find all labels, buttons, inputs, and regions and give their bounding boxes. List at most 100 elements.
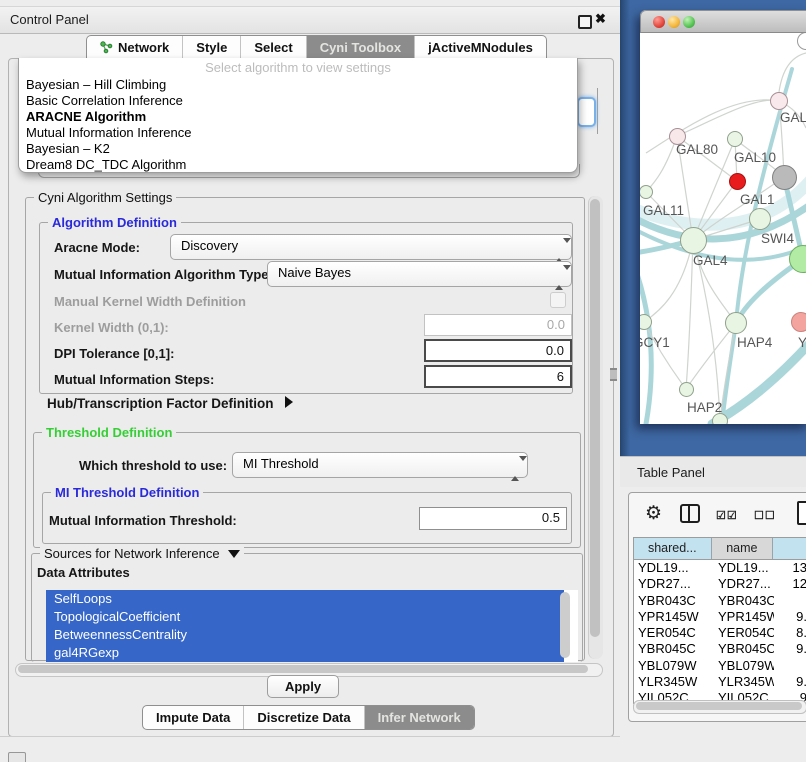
table-hscrollbar-thumb[interactable] <box>636 702 802 710</box>
close-icon[interactable]: ✖ <box>595 11 606 27</box>
select-all-columns-icon[interactable]: ☑☑ <box>716 509 738 522</box>
table-row[interactable]: YER054CYER054C8. <box>634 625 806 641</box>
which-threshold-combo[interactable]: MI Threshold <box>232 452 528 478</box>
mode-tab-discretize-data[interactable]: Discretize Data <box>243 706 363 729</box>
apply-button[interactable]: Apply <box>267 675 339 698</box>
network-icon <box>100 41 113 54</box>
tab-jactivemnodules[interactable]: jActiveMNodules <box>414 36 546 59</box>
table-body: YDL19...YDL19...13YDR27...YDR27...12YBR0… <box>634 560 806 704</box>
tab-label: Style <box>196 36 227 59</box>
table-row[interactable]: YLR345WYLR345W9. <box>634 674 806 690</box>
combo-stepper-icon <box>555 267 564 289</box>
mi-steps-label: Mutual Information Steps: <box>54 372 214 387</box>
tab-label: jActiveMNodules <box>428 36 533 59</box>
column-header-2[interactable]: name <box>712 538 774 559</box>
network-window-titlebar[interactable] <box>640 10 806 33</box>
network-node[interactable] <box>727 131 743 147</box>
table-cell: YDL19... <box>712 560 774 576</box>
tab-style[interactable]: Style <box>182 36 240 59</box>
table-row[interactable]: YBL079WYBL079W <box>634 658 806 674</box>
float-window-icon[interactable] <box>578 15 592 29</box>
table-row[interactable]: YBR045CYBR045C9. <box>634 641 806 657</box>
node-label: SWI4 <box>761 231 794 246</box>
cyni-settings-title: Cyni Algorithm Settings <box>34 190 176 205</box>
table-cell: YDL19... <box>634 560 712 576</box>
network-node[interactable] <box>791 312 806 332</box>
minimize-traffic-light-icon[interactable] <box>668 16 680 28</box>
control-panel-title: Control Panel <box>10 12 89 27</box>
export-table-icon[interactable] <box>797 501 806 525</box>
tab-select[interactable]: Select <box>240 36 305 59</box>
table-row[interactable]: YDR27...YDR27...12 <box>634 576 806 592</box>
network-view-window: GALGAL80GAL10GAL1GAL11GAL4SWI4GCY1HAP4YH… <box>640 10 806 424</box>
table-toolbar: ⚙ ☑☑ ☐☐ <box>628 497 806 533</box>
node-label: GAL10 <box>734 150 776 165</box>
network-node[interactable] <box>772 165 797 190</box>
attribute-item[interactable]: SelfLoops <box>46 590 564 608</box>
kernel-width-label: Kernel Width (0,1): <box>54 320 169 335</box>
zoom-traffic-light-icon[interactable] <box>683 16 695 28</box>
attribute-item[interactable]: BetweennessCentrality <box>46 626 564 644</box>
table-row[interactable]: YDL19...YDL19...13 <box>634 560 806 576</box>
manual-kernel-checkbox <box>550 292 566 308</box>
table-cell: YBR043C <box>712 593 774 609</box>
mi-type-combo[interactable]: Naive Bayes <box>267 261 572 287</box>
network-node[interactable] <box>749 208 771 230</box>
network-node[interactable] <box>770 92 788 110</box>
tab-cyni-toolbox[interactable]: Cyni Toolbox <box>306 36 414 59</box>
algorithm-option[interactable]: Dream8 DC_TDC Algorithm <box>19 157 577 173</box>
dpi-tolerance-input[interactable]: 0.0 <box>424 339 572 362</box>
table-cell: 9. <box>774 609 806 625</box>
panel-splitter-handle[interactable] <box>610 368 617 381</box>
window-bottom-edge <box>0 736 620 739</box>
mode-tab-label: Discretize Data <box>257 706 350 729</box>
gear-icon[interactable]: ⚙ <box>645 502 662 525</box>
table-cell: YER054C <box>634 625 712 641</box>
mode-tab-impute-data[interactable]: Impute Data <box>143 706 243 729</box>
table-hscrollbar-track[interactable] <box>633 700 806 714</box>
hub-definition-expander[interactable]: Hub/Transcription Factor Definition <box>47 396 293 411</box>
network-node[interactable] <box>679 382 694 397</box>
dock-mini-icon[interactable] <box>8 752 26 762</box>
network-canvas[interactable]: GALGAL80GAL10GAL1GAL11GAL4SWI4GCY1HAP4YH… <box>640 33 806 424</box>
mode-tab-infer-network[interactable]: Infer Network <box>364 706 474 729</box>
settings-hscrollbar-thumb[interactable] <box>18 665 588 673</box>
table-cell: 9. <box>774 674 806 690</box>
algorithm-definition-title: Algorithm Definition <box>48 215 181 230</box>
mi-steps-input[interactable]: 6 <box>424 365 572 388</box>
table-row[interactable]: YBR043CYBR043C <box>634 593 806 609</box>
algorithm-option[interactable]: Mutual Information Inference <box>19 125 577 141</box>
node-label: GAL <box>780 110 806 125</box>
node-label: HAP2 <box>687 400 722 415</box>
unselect-all-columns-icon[interactable]: ☐☐ <box>754 509 776 522</box>
data-attributes-list: SelfLoopsTopologicalCoefficientBetweenne… <box>46 590 578 662</box>
attribute-item[interactable]: gal4RGexp <box>46 644 564 662</box>
network-node[interactable] <box>680 227 707 254</box>
close-traffic-light-icon[interactable] <box>653 16 665 28</box>
table-cell: YBR043C <box>634 593 712 609</box>
column-header-3[interactable] <box>773 538 806 559</box>
algorithm-option[interactable]: Bayesian – K2 <box>19 141 577 157</box>
attribute-item[interactable]: TopologicalCoefficient <box>46 608 564 626</box>
list-scrollbar-thumb[interactable] <box>560 592 570 658</box>
sources-title[interactable]: Sources for Network Inference <box>40 546 244 561</box>
mi-threshold-input[interactable]: 0.5 <box>419 507 567 530</box>
settings-vscrollbar-thumb[interactable] <box>590 199 600 637</box>
table-cell: YLR345W <box>712 674 774 690</box>
columns-icon[interactable] <box>680 504 700 523</box>
algorithm-option[interactable]: ARACNE Algorithm <box>19 109 577 125</box>
algorithm-option[interactable]: Bayesian – Hill Climbing <box>19 77 577 93</box>
column-header-1[interactable]: shared... <box>634 538 712 559</box>
node-label: GAL11 <box>643 203 684 218</box>
table-row[interactable]: YPR145WYPR145W9. <box>634 609 806 625</box>
algorithm-dropdown-popup: Select algorithm to view settings Bayesi… <box>18 58 578 173</box>
network-node[interactable] <box>725 312 747 334</box>
table-cell: YPR145W <box>712 609 774 625</box>
aracne-mode-combo[interactable]: Discovery <box>170 234 572 260</box>
tab-network[interactable]: Network <box>87 36 182 59</box>
network-node[interactable] <box>729 173 746 190</box>
algorithm-option[interactable]: Basic Correlation Inference <box>19 93 577 109</box>
tab-label: Cyni Toolbox <box>320 36 401 59</box>
node-table: shared...name YDL19...YDL19...13YDR27...… <box>633 537 806 704</box>
table-panel-titlebar: Table Panel <box>620 456 806 487</box>
